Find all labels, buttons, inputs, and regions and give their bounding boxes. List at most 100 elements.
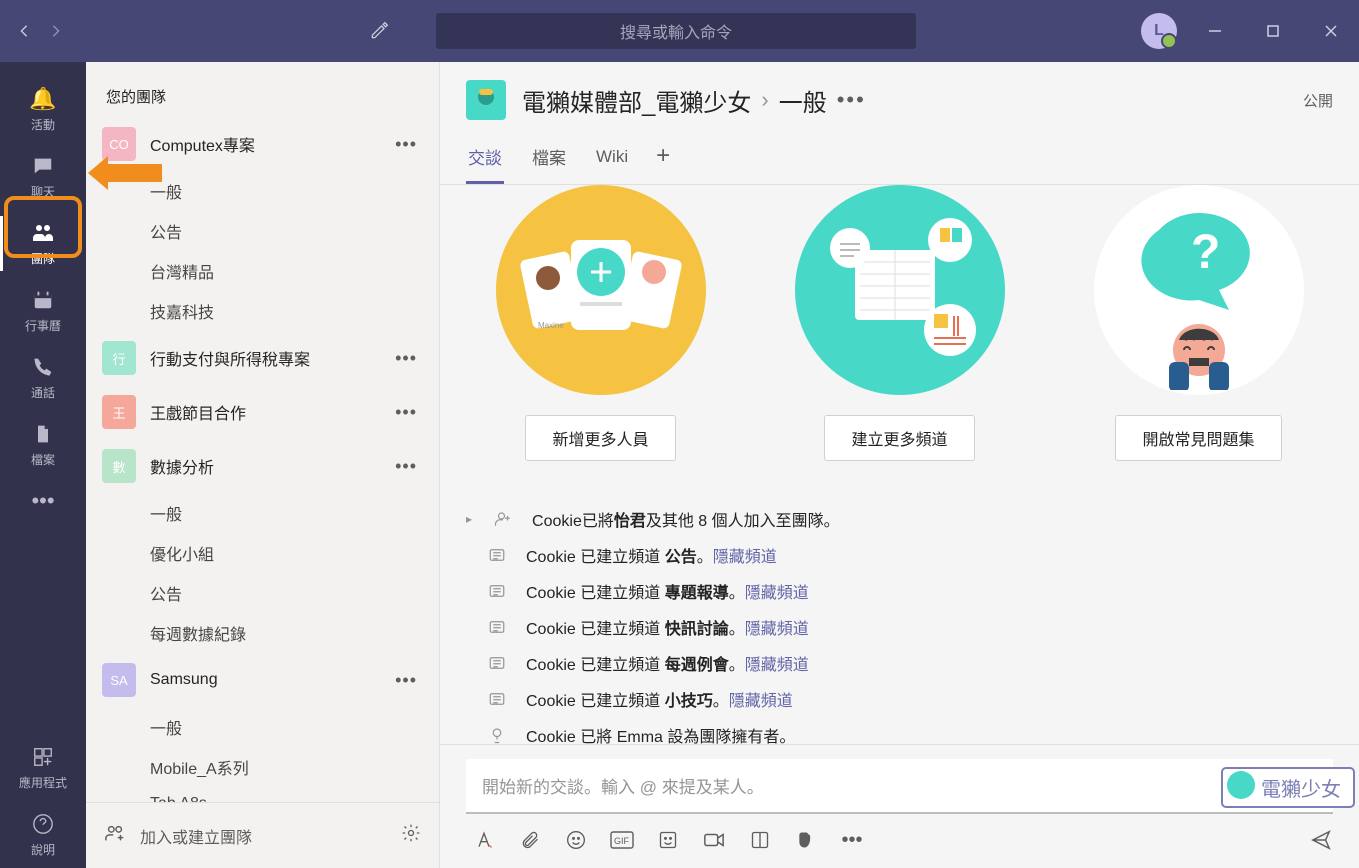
meet-icon[interactable] bbox=[702, 828, 726, 852]
visibility-label: 公開 bbox=[1303, 90, 1333, 111]
team-header[interactable]: SASamsung••• bbox=[90, 653, 435, 707]
team-more-button[interactable]: ••• bbox=[389, 348, 423, 369]
channel-item[interactable]: 一般 bbox=[90, 171, 435, 211]
team-name-crumb[interactable]: 電獺媒體部_電獺少女 bbox=[522, 83, 751, 118]
feed-text: Cookie 已建立頻道 每週例會。隱藏頻道 bbox=[526, 651, 809, 675]
back-button[interactable] bbox=[8, 15, 40, 47]
feed-type-icon bbox=[486, 726, 508, 744]
stream-icon[interactable] bbox=[748, 828, 772, 852]
rail-apps[interactable]: 應用程式 bbox=[0, 734, 86, 801]
tab-files[interactable]: 檔案 bbox=[530, 136, 568, 184]
calendar-icon bbox=[30, 287, 56, 313]
main-content: 電獺媒體部_電獺少女 › 一般 ••• 公開 交談 檔案 Wiki + bbox=[440, 62, 1359, 868]
team-header[interactable]: 王王戲節目合作 ••• bbox=[90, 385, 435, 439]
hide-channel-link[interactable]: 隱藏頻道 bbox=[745, 585, 809, 602]
rail-more[interactable]: ••• bbox=[0, 478, 86, 524]
create-channels-button[interactable]: 建立更多頻道 bbox=[824, 415, 974, 461]
team-header[interactable]: 數數據分析••• bbox=[90, 439, 435, 493]
activity-feed: ▸Cookie已將怡君及其他 8 個人加入至團隊。Cookie 已建立頻道 公告… bbox=[466, 491, 1333, 744]
send-button[interactable] bbox=[1309, 828, 1333, 852]
search-placeholder: 搜尋或輸入命令 bbox=[620, 19, 732, 43]
sidebar-footer: 加入或建立團隊 bbox=[86, 802, 439, 868]
join-create-team-button[interactable]: 加入或建立團隊 bbox=[140, 824, 387, 848]
team-avatar: CO bbox=[102, 127, 136, 161]
feed-type-icon bbox=[492, 510, 514, 528]
channel-item[interactable]: 台灣精品 bbox=[90, 251, 435, 291]
add-people-button[interactable]: 新增更多人員 bbox=[525, 415, 675, 461]
channel-item[interactable]: Tab A8s bbox=[90, 787, 435, 802]
feed-text: Cookie 已建立頻道 小技巧。隱藏頻道 bbox=[526, 687, 793, 711]
format-icon[interactable] bbox=[472, 828, 496, 852]
hide-channel-link[interactable]: 隱藏頻道 bbox=[713, 549, 777, 566]
channel-item[interactable]: 技嘉科技 bbox=[90, 291, 435, 331]
profile-avatar[interactable]: L bbox=[1141, 13, 1177, 49]
tab-posts[interactable]: 交談 bbox=[466, 136, 504, 184]
new-message-button[interactable] bbox=[362, 14, 396, 48]
channel-more-button[interactable]: ••• bbox=[837, 87, 866, 113]
attach-icon[interactable] bbox=[518, 828, 542, 852]
sticker-icon[interactable] bbox=[656, 828, 680, 852]
rail-files[interactable]: 檔案 bbox=[0, 411, 86, 478]
evernote-icon[interactable] bbox=[794, 828, 818, 852]
team-more-button[interactable]: ••• bbox=[389, 134, 423, 155]
more-icon: ••• bbox=[30, 488, 56, 514]
minimize-button[interactable] bbox=[1195, 11, 1235, 51]
team-more-button[interactable]: ••• bbox=[389, 670, 423, 691]
rail-chat[interactable]: 聊天 bbox=[0, 143, 86, 210]
channel-item[interactable]: 一般 bbox=[90, 707, 435, 747]
titlebar: 搜尋或輸入命令 L bbox=[0, 0, 1359, 62]
channel-item[interactable]: Mobile_A系列 bbox=[90, 747, 435, 787]
team-header[interactable]: COComputex專案••• bbox=[90, 117, 435, 171]
team-avatar: 行 bbox=[102, 341, 136, 375]
add-tab-button[interactable]: + bbox=[656, 142, 670, 178]
tab-wiki[interactable]: Wiki bbox=[594, 139, 630, 182]
rail-help[interactable]: 說明 bbox=[0, 801, 86, 868]
hide-channel-link[interactable]: 隱藏頻道 bbox=[729, 693, 793, 710]
rail-calls[interactable]: 通話 bbox=[0, 344, 86, 411]
channel-item[interactable]: 公告 bbox=[90, 573, 435, 613]
team-header[interactable]: 行行動支付與所得稅專案••• bbox=[90, 331, 435, 385]
feed-item: Cookie 已建立頻道 公告。隱藏頻道 bbox=[466, 537, 1333, 573]
team-avatar: 王 bbox=[102, 395, 136, 429]
close-button[interactable] bbox=[1311, 11, 1351, 51]
search-input[interactable]: 搜尋或輸入命令 bbox=[436, 13, 916, 49]
message-input[interactable]: 開始新的交談。輸入 @ 來提及某人。 bbox=[466, 759, 1333, 814]
watermark-logo: 電獺少女 bbox=[1221, 767, 1355, 808]
create-channels-illustration bbox=[795, 185, 1005, 395]
maximize-button[interactable] bbox=[1253, 11, 1293, 51]
svg-text:?: ? bbox=[1191, 226, 1220, 279]
settings-gear-icon[interactable] bbox=[401, 823, 421, 849]
channel-item[interactable]: 一般 bbox=[90, 493, 435, 533]
feed-item: Cookie 已建立頻道 專題報導。隱藏頻道 bbox=[466, 573, 1333, 609]
svg-text:Maxine: Maxine bbox=[538, 321, 564, 330]
expand-icon[interactable]: ▸ bbox=[466, 512, 472, 526]
rail-calendar[interactable]: 行事曆 bbox=[0, 277, 86, 344]
feed-text: Cookie 已建立頻道 專題報導。隱藏頻道 bbox=[526, 579, 809, 603]
feed-item: Cookie 已將 Emma 設為團隊擁有者。 bbox=[466, 717, 1333, 744]
rail-activity[interactable]: 🔔 活動 bbox=[0, 76, 86, 143]
onboarding-cards: Maxine 新增更多人員 bbox=[466, 185, 1333, 491]
channel-item[interactable]: 公告 bbox=[90, 211, 435, 251]
sidebar-header: 您的團隊 bbox=[86, 62, 439, 117]
phone-icon bbox=[30, 354, 56, 380]
feed-text: Cookie 已將 Emma 設為團隊擁有者。 bbox=[526, 723, 795, 744]
channel-name-crumb[interactable]: 一般 bbox=[779, 83, 827, 118]
bell-icon: 🔔 bbox=[30, 86, 56, 112]
gif-icon[interactable]: GIF bbox=[610, 828, 634, 852]
forward-button[interactable] bbox=[40, 15, 72, 47]
hide-channel-link[interactable]: 隱藏頻道 bbox=[745, 621, 809, 638]
emoji-icon[interactable] bbox=[564, 828, 588, 852]
team-avatar: 數 bbox=[102, 449, 136, 483]
feed-text: Cookie 已建立頻道 公告。隱藏頻道 bbox=[526, 543, 777, 567]
channel-tabs: 交談 檔案 Wiki + bbox=[466, 136, 1333, 184]
more-actions-icon[interactable]: ••• bbox=[840, 828, 864, 852]
apps-icon bbox=[30, 744, 56, 770]
team-more-button[interactable]: ••• bbox=[389, 456, 423, 477]
team-name-label: 王戲節目合作 bbox=[150, 400, 375, 424]
open-faq-button[interactable]: 開啟常見問題集 bbox=[1115, 415, 1281, 461]
rail-teams[interactable]: 團隊 bbox=[0, 210, 86, 277]
team-more-button[interactable]: ••• bbox=[389, 402, 423, 423]
hide-channel-link[interactable]: 隱藏頻道 bbox=[745, 657, 809, 674]
channel-item[interactable]: 優化小組 bbox=[90, 533, 435, 573]
channel-item[interactable]: 每週數據紀錄 bbox=[90, 613, 435, 653]
